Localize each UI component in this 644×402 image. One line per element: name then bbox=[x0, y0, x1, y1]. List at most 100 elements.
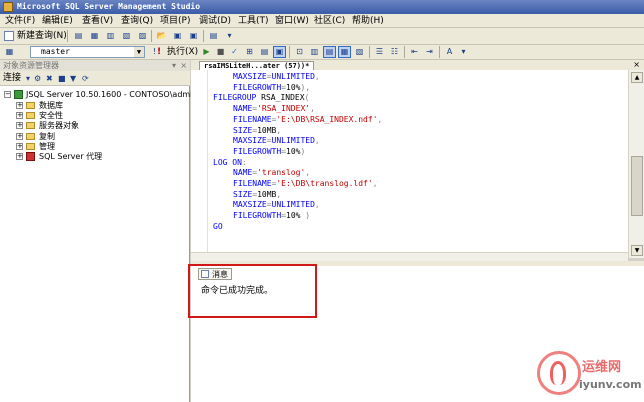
toolbar-separator bbox=[67, 30, 68, 42]
editor-horizontal-scrollbar[interactable] bbox=[191, 252, 628, 261]
query-designer-icon[interactable]: ▤ bbox=[258, 46, 271, 58]
stop-icon[interactable]: ■ bbox=[58, 72, 66, 86]
collapse-icon[interactable]: − bbox=[4, 91, 11, 98]
debug-play-icon[interactable]: ▶ bbox=[200, 46, 213, 58]
object-explorer-title: 对象资源管理器 bbox=[3, 61, 59, 70]
code-token: FILENAME bbox=[233, 114, 272, 124]
comment-out-icon[interactable]: ☰ bbox=[373, 46, 386, 58]
code-token: LOG ON bbox=[213, 157, 242, 167]
xmla-query-icon[interactable]: ▨ bbox=[136, 30, 149, 42]
annotation-highlight-box bbox=[188, 264, 317, 318]
menu-community[interactable]: 社区(C) bbox=[312, 15, 347, 27]
code-token: SIZE bbox=[233, 189, 253, 199]
menu-tools[interactable]: 工具(T) bbox=[236, 15, 271, 27]
menu-debug[interactable]: 调试(D) bbox=[197, 15, 233, 27]
save-icon[interactable]: ▣ bbox=[171, 30, 184, 42]
menu-help[interactable]: 帮助(H) bbox=[350, 15, 386, 27]
code-token: 'translog' bbox=[257, 168, 306, 178]
code-token: MAXSIZE bbox=[233, 136, 267, 146]
uncomment-icon[interactable]: ☷ bbox=[388, 46, 401, 58]
menu-window[interactable]: 窗口(W) bbox=[273, 15, 311, 27]
code-token: , bbox=[305, 168, 311, 178]
code-token: ) bbox=[300, 146, 306, 156]
code-line: MAXSIZE=UNLIMITED, bbox=[233, 136, 320, 147]
open-file-icon[interactable]: ▤ bbox=[72, 30, 85, 42]
close-icon[interactable]: × bbox=[633, 60, 640, 70]
object-explorer-toolbar: 连接 ▾ ⚙ ✖ ■ ▼ ⟳ bbox=[0, 71, 190, 86]
activity-monitor-icon[interactable]: ▤ bbox=[207, 30, 220, 42]
code-token: MAXSIZE bbox=[233, 200, 267, 210]
intellisense-icon[interactable]: ▣ bbox=[273, 46, 286, 58]
expand-icon[interactable]: + bbox=[16, 143, 23, 150]
code-token: 10MB bbox=[257, 125, 277, 135]
title-bar: Microsoft SQL Server Management Studio bbox=[0, 0, 644, 14]
code-token: NAME bbox=[233, 168, 253, 178]
connect-icon[interactable]: ⚙ bbox=[34, 72, 41, 86]
refresh-icon[interactable]: ⟳ bbox=[82, 72, 89, 86]
code-token: ), bbox=[300, 82, 311, 92]
pin-icon[interactable]: ▾ bbox=[172, 60, 176, 71]
expand-icon[interactable]: + bbox=[16, 122, 23, 129]
save-all-icon[interactable]: ▣ bbox=[187, 30, 200, 42]
disconnect-icon[interactable]: ✖ bbox=[46, 72, 53, 86]
editor-vertical-scrollbar[interactable]: ▲ ▼ bbox=[628, 70, 644, 258]
code-token: : bbox=[241, 157, 247, 167]
folder-icon bbox=[26, 133, 35, 140]
query-editor[interactable]: MAXSIZE=UNLIMITED, FILEGROWTH=10%), FILEGR… bbox=[191, 70, 628, 258]
code-token: ( bbox=[304, 93, 310, 103]
menu-file[interactable]: 文件(F) bbox=[3, 15, 37, 27]
increase-indent-icon[interactable]: ⇥ bbox=[423, 46, 436, 58]
menu-query[interactable]: 查询(Q) bbox=[119, 15, 155, 27]
dmx-query-icon[interactable]: ▧ bbox=[120, 30, 133, 42]
expand-icon[interactable]: + bbox=[16, 102, 23, 109]
scrollbar-thumb[interactable] bbox=[631, 156, 643, 216]
results-to-text-icon[interactable]: ▤ bbox=[323, 46, 336, 58]
code-token: RSA_INDEX bbox=[261, 93, 305, 103]
open-icon[interactable]: 📂 bbox=[155, 30, 168, 42]
expand-icon[interactable]: + bbox=[16, 112, 23, 119]
close-icon[interactable]: × bbox=[180, 60, 187, 71]
client-stats-icon[interactable]: ▥ bbox=[308, 46, 321, 58]
code-token: , bbox=[372, 179, 378, 188]
code-token: FILEGROWTH bbox=[233, 82, 282, 92]
code-token: 'E:\DB\RSA_INDEX.ndf' bbox=[276, 114, 378, 124]
execute-button[interactable]: ! 执行(X) bbox=[157, 46, 198, 58]
mdx-query-icon[interactable]: ▥ bbox=[104, 30, 117, 42]
menu-project[interactable]: 项目(P) bbox=[158, 15, 192, 27]
menu-edit[interactable]: 编辑(E) bbox=[40, 15, 75, 27]
code-token: , bbox=[276, 189, 282, 199]
analysis-query-icon[interactable]: ▦ bbox=[88, 30, 101, 42]
decrease-indent-icon[interactable]: ⇤ bbox=[408, 46, 421, 58]
toolbar-dropdown-icon[interactable]: ▾ bbox=[223, 30, 236, 42]
stop-icon[interactable]: ■ bbox=[214, 46, 227, 58]
filter-icon[interactable]: ▼ bbox=[70, 72, 76, 86]
code-token: 'RSA_INDEX' bbox=[257, 104, 311, 114]
tree-item-label: 复制 bbox=[39, 132, 55, 141]
tree-item-label: SQL Server 代理 bbox=[39, 152, 103, 161]
results-to-file-icon[interactable]: ▧ bbox=[353, 46, 366, 58]
display-plan-icon[interactable]: ⊞ bbox=[243, 46, 256, 58]
code-token: 10% bbox=[286, 82, 301, 92]
code-token: 'E:\DB\translog.ldf' bbox=[276, 179, 373, 188]
results-to-grid-icon[interactable]: ▦ bbox=[338, 46, 351, 58]
code-token: NAME bbox=[233, 104, 253, 114]
code-token: MAXSIZE bbox=[233, 72, 267, 81]
chevron-down-icon[interactable]: ▼ bbox=[134, 47, 144, 57]
database-select[interactable]: master ▼ bbox=[30, 46, 145, 58]
watermark-text: 运维网 bbox=[582, 360, 622, 375]
connect-dropdown-icon[interactable]: ▾ bbox=[26, 72, 30, 86]
expand-icon[interactable]: + bbox=[16, 133, 23, 140]
tree-item-label: 服务器对象 bbox=[39, 121, 79, 130]
expand-icon[interactable]: + bbox=[16, 153, 23, 160]
parse-checkmark-icon[interactable]: ✓ bbox=[228, 46, 241, 58]
connect-button[interactable]: 连接 bbox=[3, 71, 21, 85]
include-plan-icon[interactable]: ⊡ bbox=[293, 46, 306, 58]
code-line: MAXSIZE=UNLIMITED, bbox=[233, 200, 320, 211]
toolbar-dropdown-icon[interactable]: ▾ bbox=[457, 46, 470, 58]
scroll-up-icon[interactable]: ▲ bbox=[631, 72, 643, 83]
new-query-button[interactable]: 新建查询(N) bbox=[3, 30, 70, 43]
code-token: FILEGROWTH bbox=[233, 146, 282, 156]
specify-values-icon[interactable]: A bbox=[443, 46, 456, 58]
scroll-down-icon[interactable]: ▼ bbox=[631, 245, 643, 256]
menu-view[interactable]: 查看(V) bbox=[80, 15, 115, 27]
